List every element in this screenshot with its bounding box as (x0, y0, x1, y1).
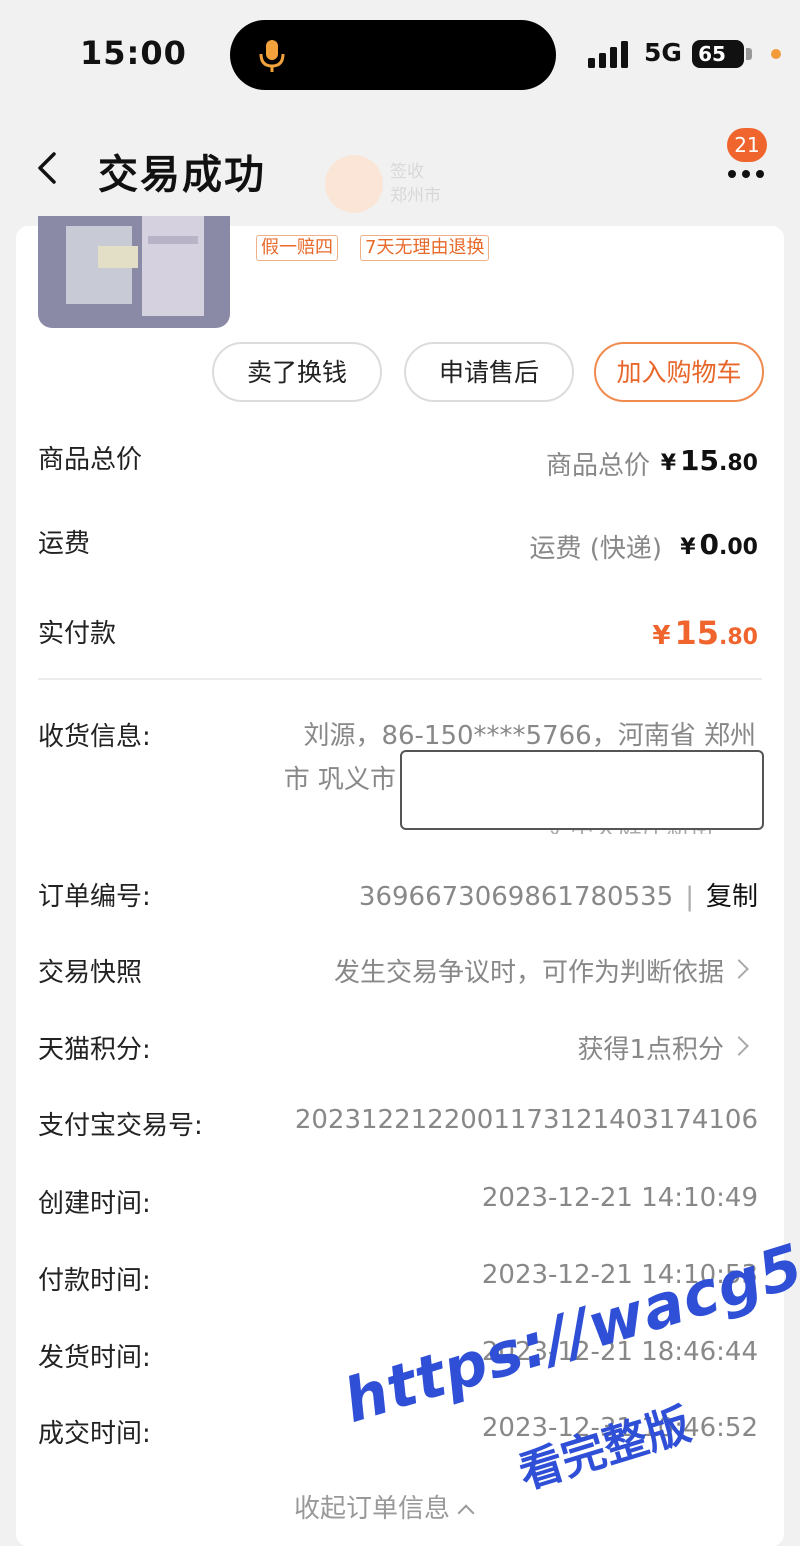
tmall-points-value[interactable]: 获得1点积分 (577, 1029, 724, 1066)
created-time-value: 2023-12-21 14:10:49 (481, 1183, 758, 1213)
shipping-fee-sublabel: 运费 (快递) (529, 534, 662, 564)
order-number-label: 订单编号: (38, 882, 151, 912)
microphone-icon (259, 40, 285, 72)
more-menu-icon[interactable] (722, 158, 770, 188)
order-number-row: 3696673069861780535 | 复制 (359, 876, 758, 913)
page-title: 交易成功 (98, 152, 266, 198)
shipping-info-label: 收货信息: (38, 722, 151, 752)
message-count-badge: 21 (727, 128, 767, 162)
collapse-order-info-label: 收起订单信息 (294, 1494, 451, 1524)
status-bar: 15:00 5G 65 (0, 0, 800, 110)
back-arrow-icon[interactable] (32, 148, 62, 188)
shipped-time-label: 发货时间: (38, 1343, 151, 1373)
battery-level: 65 (698, 42, 726, 66)
sign-receipt-city: 郑州市 (390, 186, 441, 206)
order-detail-card: 假一赔四 7天无理由退换 卖了换钱 申请售后 加入购物车 商品总价 商品总价 ¥… (16, 216, 784, 1546)
snapshot-label: 交易快照 (38, 958, 143, 988)
tmall-points-label: 天猫积分: (38, 1035, 151, 1065)
goods-total-sublabel: 商品总价 (545, 451, 650, 481)
network-label: 5G (644, 38, 682, 67)
after-sale-button[interactable]: 申请售后 (404, 342, 574, 402)
collapse-order-info-button[interactable]: 收起订单信息 (294, 1488, 475, 1525)
order-number-separator: | (685, 882, 694, 912)
completed-time-label: 成交时间: (38, 1419, 151, 1449)
sign-receipt-label: 签收 (390, 162, 424, 182)
alipay-number-label: 支付宝交易号: (38, 1111, 203, 1141)
privacy-indicator-dot (771, 49, 781, 59)
order-number-value: 3696673069861780535 (358, 882, 674, 912)
sign-receipt-text: 签收 郑州市 (390, 160, 441, 208)
dynamic-island (230, 20, 556, 90)
cellular-signal-icon (588, 41, 628, 68)
tag-fake-compensation: 假一赔四 (256, 235, 338, 261)
snapshot-value[interactable]: 发生交易争议时，可作为判断依据 (334, 952, 724, 989)
product-thumbnail[interactable] (38, 216, 230, 328)
goods-total-label: 商品总价 (38, 445, 143, 475)
actual-paid-price: ¥15.80 (652, 614, 758, 652)
points-chevron-icon[interactable] (729, 1036, 749, 1056)
sell-button[interactable]: 卖了换钱 (212, 342, 382, 402)
status-time: 15:00 (80, 34, 187, 72)
shipping-fee-price: ¥0.00 (680, 528, 758, 561)
created-time-label: 创建时间: (38, 1189, 151, 1219)
alipay-number-value: 2023122122001173121403174106 (294, 1105, 758, 1135)
paid-time-label: 付款时间: (38, 1266, 151, 1296)
add-to-cart-button[interactable]: 加入购物车 (594, 342, 764, 402)
goods-total-price: ¥15.80 (660, 444, 758, 477)
copy-order-number-button[interactable]: 复制 (706, 882, 758, 912)
divider (38, 678, 762, 680)
shipping-fee-label: 运费 (38, 529, 91, 559)
redaction-box (400, 750, 764, 830)
battery-icon: 65 (692, 40, 752, 68)
snapshot-chevron-icon[interactable] (729, 959, 749, 979)
nav-bar: 交易成功 签收 郑州市 21 (0, 110, 800, 225)
actual-paid-label: 实付款 (38, 619, 117, 649)
sign-receipt-badge (325, 155, 383, 213)
tag-seven-day-return: 7天无理由退换 (360, 235, 490, 261)
